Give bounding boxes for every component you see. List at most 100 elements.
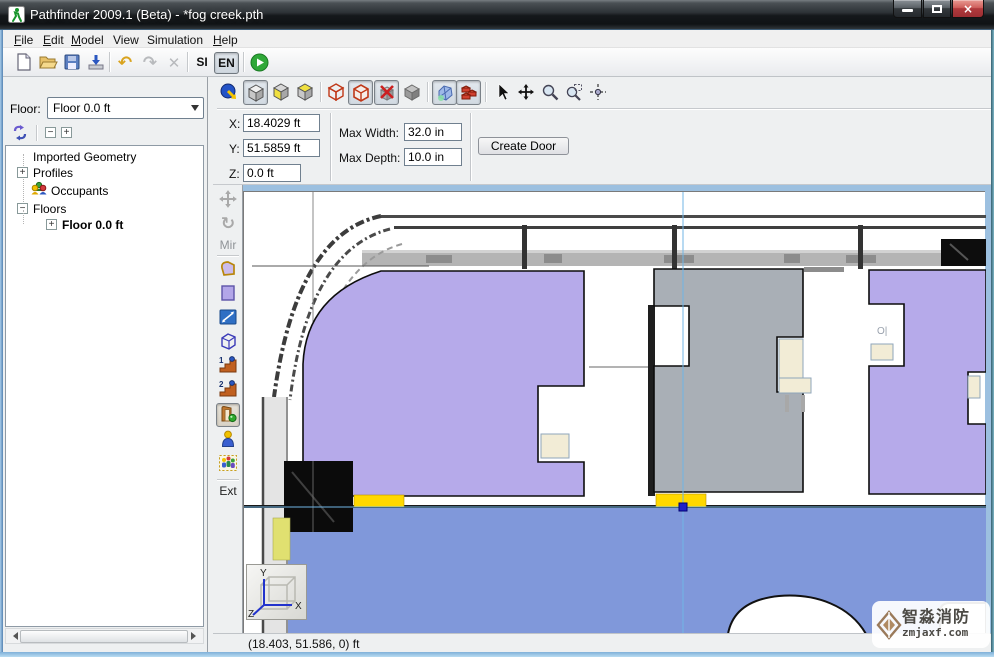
menu-view[interactable]: View — [109, 32, 143, 48]
z-label: Z: — [229, 167, 240, 181]
select-tool-button[interactable] — [490, 80, 515, 105]
move-object-tool[interactable] — [216, 189, 240, 213]
x-coordinate-input[interactable] — [243, 114, 320, 132]
polygon-room-icon — [218, 259, 238, 279]
model-tree[interactable]: Imported Geometry + Profiles Occupants −… — [5, 145, 204, 627]
show-navmesh-button[interactable] — [432, 80, 457, 105]
max-depth-input[interactable] — [404, 148, 462, 166]
add-occupant-tool[interactable] — [216, 429, 240, 453]
cube-solid-icon — [247, 84, 265, 102]
scroll-right-icon[interactable] — [191, 632, 200, 640]
cube-front-icon — [272, 83, 290, 101]
open-file-button[interactable] — [37, 52, 59, 74]
maximize-icon — [932, 5, 942, 13]
import-icon — [86, 52, 106, 72]
redo-button[interactable]: ↷ — [139, 52, 161, 74]
mesh-icon — [436, 84, 454, 102]
stairs-two-point-tool[interactable]: 2 — [216, 379, 240, 403]
thin-room-divider-tool[interactable] — [216, 307, 240, 331]
view-front-button[interactable] — [269, 80, 294, 105]
close-icon: × — [963, 1, 973, 17]
door-icon — [218, 404, 238, 424]
close-button[interactable]: × — [952, 0, 984, 18]
door-left-room[interactable] — [354, 495, 404, 507]
tree-item-floors[interactable]: Floors — [33, 202, 66, 216]
scrollbar-thumb[interactable] — [20, 630, 188, 643]
black-wall-block-right — [941, 239, 986, 266]
hide-geometry-button[interactable] — [374, 80, 399, 105]
z-coordinate-input[interactable] — [243, 164, 301, 182]
menu-edit[interactable]: Edit — [39, 32, 68, 48]
door-tool[interactable] — [216, 403, 240, 427]
tree-horizontal-scrollbar[interactable] — [5, 628, 204, 644]
reset-view-icon — [220, 83, 238, 101]
tree-item-floor-0[interactable]: Floor 0.0 ft — [62, 218, 123, 232]
menu-model[interactable]: Model — [67, 32, 108, 48]
maximize-button[interactable] — [923, 0, 951, 18]
rotate-object-tool[interactable]: ↻ — [216, 213, 240, 237]
run-simulation-button[interactable] — [248, 52, 270, 74]
menu-simulation[interactable]: Simulation — [143, 32, 207, 48]
swap-view-icon[interactable] — [11, 124, 29, 142]
y-coordinate-input[interactable] — [243, 139, 320, 157]
import-button[interactable] — [85, 52, 107, 74]
x-label: X: — [229, 117, 240, 131]
drawing-tool-palette: ↻ Mir 1 2 Ext — [213, 185, 243, 633]
move-view-button[interactable] — [514, 80, 539, 105]
menu-help[interactable]: Help — [209, 32, 242, 48]
desk-right-notch — [871, 344, 893, 360]
rectangle-room-tool[interactable] — [216, 283, 240, 307]
floorplan-canvas[interactable]: O| — [243, 191, 985, 633]
door-exit-left-wall[interactable] — [273, 518, 290, 560]
floor-select[interactable]: Floor 0.0 ft — [47, 97, 204, 119]
zoom-box-button[interactable] — [562, 80, 587, 105]
expand-all-button[interactable]: + — [61, 127, 72, 138]
title-bar[interactable]: Pathfinder 2009.1 (Beta) - *fog creek.pt… — [0, 0, 994, 30]
minimize-button[interactable] — [893, 0, 922, 18]
max-depth-label: Max Depth: — [339, 151, 400, 165]
zoom-tool-button[interactable] — [538, 80, 563, 105]
person-icon — [218, 429, 238, 449]
tree-item-occupants[interactable]: Occupants — [51, 184, 108, 198]
si-units-button[interactable]: SI — [191, 52, 213, 74]
rectangle-room-icon — [218, 283, 238, 303]
axis-y-label: Y — [260, 568, 267, 579]
minimize-icon — [902, 9, 913, 12]
watermark: 智淼消防 zmjaxf.com — [872, 601, 990, 648]
expand-icon-profiles[interactable]: + — [17, 167, 28, 178]
move-disabled-icon — [218, 189, 238, 209]
view-top-button[interactable] — [293, 80, 318, 105]
create-door-button[interactable]: Create Door — [478, 137, 569, 155]
delete-cube-icon — [378, 84, 396, 102]
undo-button[interactable]: ↶ — [114, 52, 136, 74]
scroll-left-icon[interactable] — [9, 632, 18, 640]
delete-button[interactable]: ✕ — [163, 52, 185, 74]
black-obstruction[interactable] — [284, 461, 353, 532]
axis-orientation-widget: Y X Z — [246, 564, 307, 620]
wireframe-button[interactable] — [324, 80, 349, 105]
collapse-all-button[interactable]: − — [45, 127, 56, 138]
floorplan-drawing: O| — [244, 192, 986, 634]
view-3d-button[interactable] — [243, 80, 268, 105]
menu-bar: File Edit Model View Simulation Help — [3, 30, 991, 48]
show-objects-button[interactable] — [456, 80, 481, 105]
max-width-input[interactable] — [404, 123, 462, 141]
save-button[interactable] — [61, 52, 83, 74]
reset-view-button[interactable] — [217, 80, 242, 105]
wireframe-open-button[interactable] — [348, 80, 373, 105]
tree-item-profiles[interactable]: Profiles — [33, 166, 73, 180]
extract-tool[interactable]: Ext — [213, 484, 243, 498]
tree-item-imported-geometry[interactable]: Imported Geometry — [33, 150, 136, 164]
mirror-tool[interactable]: Mir — [213, 238, 243, 252]
show-geometry-button[interactable] — [400, 80, 425, 105]
y-label: Y: — [229, 142, 240, 156]
menu-file[interactable]: File — [10, 32, 37, 48]
stairs-one-point-tool[interactable]: 1 — [216, 355, 240, 379]
expand-icon-floor-0[interactable]: + — [46, 219, 57, 230]
add-occupant-group-tool[interactable] — [216, 453, 240, 477]
extrude-box-tool[interactable] — [216, 331, 240, 355]
center-view-button[interactable] — [586, 80, 611, 105]
polygon-room-tool[interactable] — [216, 259, 240, 283]
en-units-button[interactable]: EN — [214, 52, 239, 74]
new-file-button[interactable] — [13, 52, 35, 74]
